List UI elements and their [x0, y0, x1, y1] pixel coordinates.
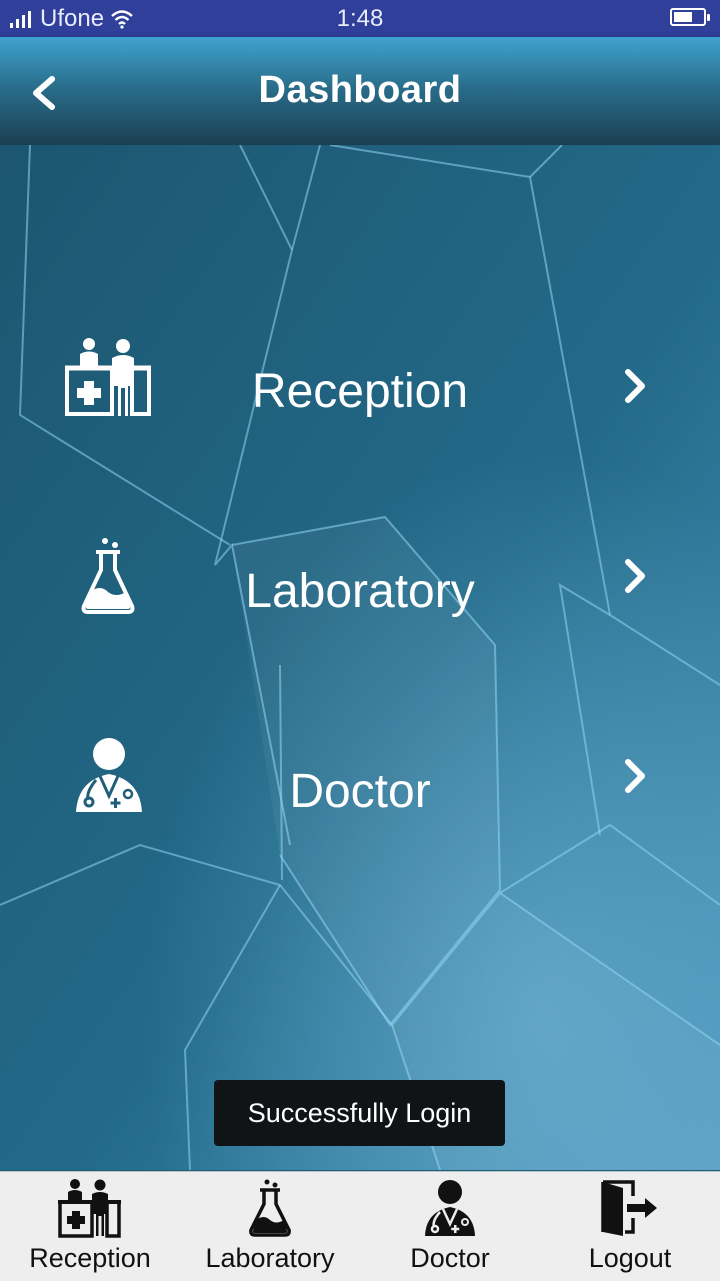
nav-item-laboratory[interactable]: Laboratory: [180, 1172, 360, 1281]
menu-item-reception[interactable]: Reception: [0, 320, 720, 460]
menu-label-doctor: Doctor: [289, 765, 431, 818]
status-time: 1:48: [336, 5, 384, 32]
menu-item-doctor[interactable]: Doctor: [0, 720, 720, 860]
chevron-right-icon: [625, 559, 645, 593]
nav-label-reception: Reception: [29, 1243, 151, 1273]
menu-label-laboratory: Laboratory: [245, 565, 475, 618]
battery-icon: [670, 8, 710, 26]
reception-desk-icon: [58, 1179, 121, 1238]
chevron-right-icon: [625, 759, 645, 793]
nav-item-logout[interactable]: Logout: [540, 1172, 720, 1281]
doctor-icon: [425, 1180, 475, 1236]
menu-item-laboratory[interactable]: Laboratory: [0, 520, 720, 660]
logout-door-icon: [601, 1180, 657, 1236]
bottom-nav: Reception Laboratory Doctor Logout: [0, 1171, 720, 1281]
page-title: Dashboard: [258, 69, 462, 111]
chevron-right-icon: [625, 369, 645, 403]
nav-label-doctor: Doctor: [410, 1243, 490, 1273]
nav-item-doctor[interactable]: Doctor: [360, 1172, 540, 1281]
nav-label-laboratory: Laboratory: [205, 1243, 335, 1273]
status-bar: Ufone 1:48: [0, 0, 720, 37]
app-header: Dashboard: [0, 37, 720, 145]
menu-label-reception: Reception: [251, 365, 469, 418]
nav-label-logout: Logout: [588, 1243, 672, 1273]
flask-icon: [249, 1179, 291, 1237]
nav-item-reception[interactable]: Reception: [0, 1172, 180, 1281]
toast-message: Successfully Login: [214, 1080, 505, 1146]
